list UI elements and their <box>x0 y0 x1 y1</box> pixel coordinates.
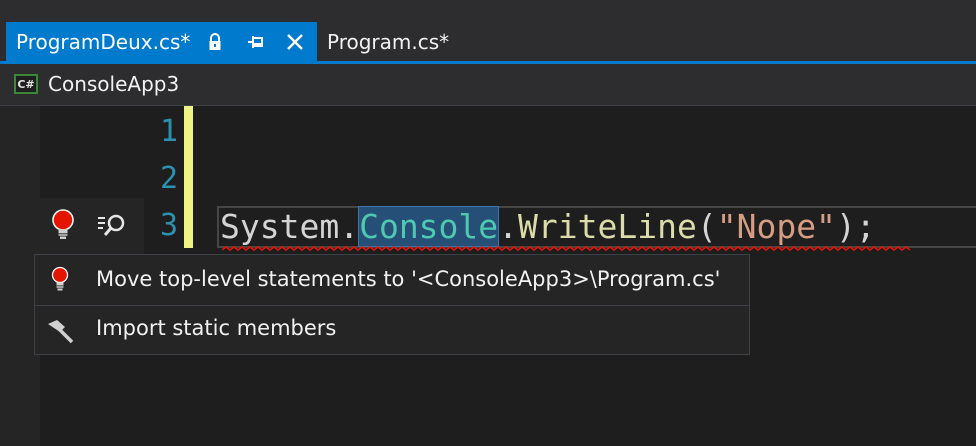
code-line-3[interactable]: System.Console.WriteLine("Nope"); <box>220 206 876 248</box>
code-token: . <box>498 207 519 246</box>
code-token: System. <box>220 207 360 246</box>
project-dropdown[interactable]: ConsoleApp3 <box>48 72 179 96</box>
quick-info-search-icon[interactable] <box>96 212 128 240</box>
code-token-method: WriteLine <box>518 207 697 246</box>
code-token-string: "Nope" <box>716 207 836 246</box>
tab-label: Program.cs* <box>327 30 450 54</box>
code-token: ( <box>696 207 717 246</box>
lightbulb-error-icon[interactable] <box>50 208 76 242</box>
close-icon[interactable] <box>282 22 308 62</box>
menu-item-label: Move top-level statements to '<ConsoleAp… <box>96 267 721 291</box>
menu-item-move-top-level[interactable]: Move top-level statements to '<ConsoleAp… <box>35 257 749 305</box>
code-token: ); <box>835 207 876 246</box>
unsaved-change-bar <box>184 106 193 248</box>
pin-icon[interactable] <box>242 22 270 62</box>
line-number: 1 <box>159 114 178 149</box>
hammer-icon <box>48 320 74 344</box>
menu-item-import-static[interactable]: Import static members <box>35 306 749 354</box>
code-token-console-selected: Console <box>358 206 500 247</box>
csharp-project-icon: C# <box>14 74 38 94</box>
error-squiggle <box>222 246 911 251</box>
tab-label: ProgramDeux.cs* <box>16 30 191 54</box>
menu-item-label: Import static members <box>96 316 337 340</box>
tab-programdeux[interactable]: ProgramDeux.cs* <box>6 22 317 62</box>
tab-program[interactable]: Program.cs* <box>318 22 449 62</box>
lightbulb-error-icon <box>51 266 69 291</box>
quick-actions-menu: Move top-level statements to '<ConsoleAp… <box>34 254 750 355</box>
line-number: 2 <box>159 161 178 196</box>
navigation-bar: C# ConsoleApp3 <box>0 64 976 106</box>
lock-icon[interactable] <box>202 22 228 62</box>
